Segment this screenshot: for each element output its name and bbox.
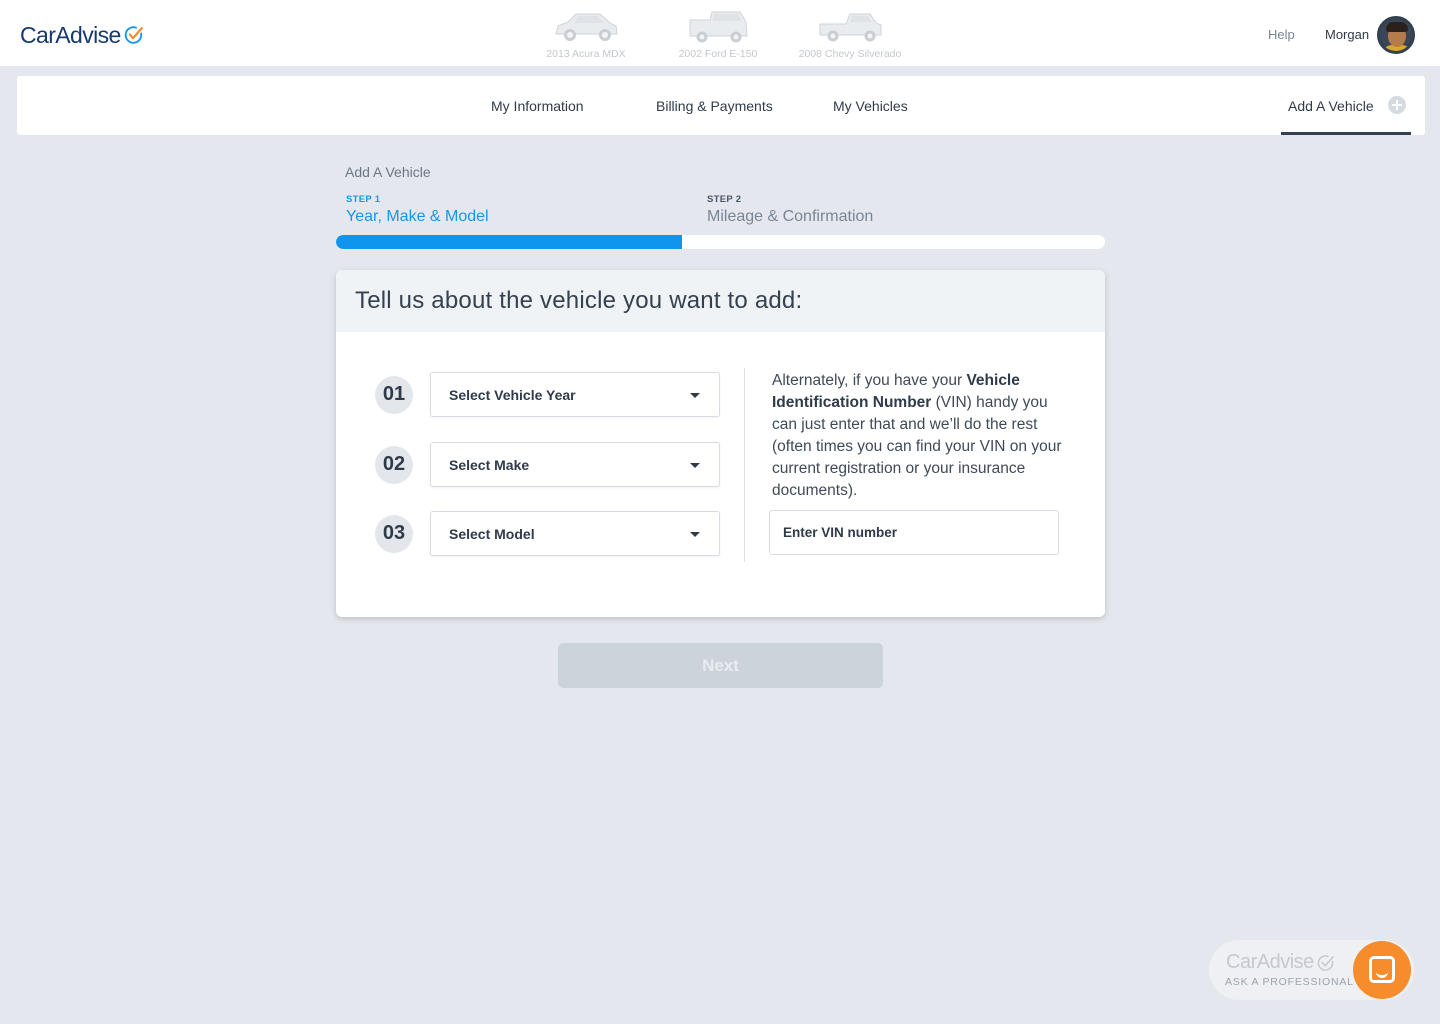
truck-icon bbox=[689, 11, 748, 43]
caret-down-icon bbox=[690, 532, 700, 537]
step-number-badge: 02 bbox=[375, 445, 413, 484]
vehicle-label: 2008 Chevy Silverado bbox=[798, 48, 902, 60]
nav-my-vehicles[interactable]: My Vehicles bbox=[833, 98, 908, 114]
select-label: Select Make bbox=[449, 456, 530, 473]
vehicle-year-select[interactable]: Select Vehicle Year bbox=[430, 372, 720, 417]
vehicle-form-card: Tell us about the vehicle you want to ad… bbox=[336, 270, 1105, 617]
chat-button[interactable] bbox=[1353, 941, 1411, 999]
progress-fill bbox=[336, 235, 683, 249]
suv-icon bbox=[555, 13, 618, 41]
vehicle-chevy-silverado[interactable]: 2008 Chevy Silverado bbox=[784, 6, 916, 60]
account-nav: My Information Billing & Payments My Veh… bbox=[17, 76, 1425, 135]
select-label: Select Model bbox=[449, 525, 535, 542]
top-header: CarAdvise 2013 Acura MDX 2002 Ford E-150 bbox=[0, 0, 1440, 66]
step-number-badge: 01 bbox=[375, 375, 413, 414]
vin-text-before: Alternately, if you have your bbox=[772, 372, 967, 389]
widget-brand-text: CarAdvise bbox=[1226, 951, 1314, 973]
chat-icon bbox=[1369, 956, 1395, 983]
avatar-hair bbox=[1386, 22, 1408, 32]
vehicle-acura-mdx[interactable]: 2013 Acura MDX bbox=[520, 6, 652, 60]
next-button[interactable]: Next bbox=[558, 643, 883, 688]
step-name: Year, Make & Model bbox=[346, 208, 489, 225]
check-circle-icon bbox=[124, 26, 143, 44]
year-row: 01 Select Vehicle Year bbox=[375, 372, 720, 417]
page-title: Add A Vehicle bbox=[345, 164, 431, 180]
select-label: Select Vehicle Year bbox=[449, 386, 576, 403]
widget-subtitle: ASK A PROFESSIONAL bbox=[1225, 976, 1354, 988]
nav-add-vehicle[interactable]: Add A Vehicle bbox=[1281, 76, 1411, 135]
vehicle-label: 2013 Acura MDX bbox=[546, 48, 626, 60]
progress-bar bbox=[336, 235, 1105, 249]
step-1: STEP 1 Year, Make & Model bbox=[346, 194, 489, 226]
widget-brand: CarAdvise bbox=[1226, 951, 1336, 974]
caradvise-logo[interactable]: CarAdvise bbox=[20, 22, 145, 48]
model-row: 03 Select Model bbox=[375, 511, 720, 556]
caret-down-icon bbox=[690, 463, 700, 468]
pickup-icon bbox=[819, 13, 882, 42]
nav-my-information[interactable]: My Information bbox=[491, 98, 584, 114]
vin-instructions: Alternately, if you have your Vehicle Id… bbox=[772, 370, 1062, 502]
column-divider bbox=[744, 368, 745, 562]
nav-add-vehicle-label: Add A Vehicle bbox=[1288, 98, 1374, 114]
step-number: STEP 1 bbox=[346, 194, 381, 205]
vehicle-model-select[interactable]: Select Model bbox=[430, 511, 720, 556]
vin-input[interactable] bbox=[769, 510, 1059, 555]
card-header: Tell us about the vehicle you want to ad… bbox=[336, 270, 1105, 332]
card-title: Tell us about the vehicle you want to ad… bbox=[355, 287, 803, 314]
step-name: Mileage & Confirmation bbox=[707, 208, 874, 225]
user-name[interactable]: Morgan bbox=[1325, 27, 1369, 42]
vehicle-ford-e150[interactable]: 2002 Ford E-150 bbox=[652, 6, 784, 60]
help-link[interactable]: Help bbox=[1268, 27, 1295, 42]
step-number-badge: 03 bbox=[375, 514, 413, 553]
step-2: STEP 2 Mileage & Confirmation bbox=[707, 194, 873, 226]
vehicle-switcher: 2013 Acura MDX 2002 Ford E-150 2008 Chev… bbox=[520, 6, 916, 60]
make-row: 02 Select Make bbox=[375, 442, 720, 487]
vehicle-label: 2002 Ford E-150 bbox=[678, 48, 758, 60]
plus-circle-icon bbox=[1388, 96, 1406, 114]
avatar[interactable] bbox=[1377, 16, 1415, 54]
step-number: STEP 2 bbox=[707, 194, 742, 205]
logo-text: CarAdvise bbox=[20, 21, 121, 48]
check-circle-icon bbox=[1317, 954, 1334, 971]
caret-down-icon bbox=[690, 393, 700, 398]
nav-billing-payments[interactable]: Billing & Payments bbox=[656, 98, 773, 114]
vehicle-make-select[interactable]: Select Make bbox=[430, 442, 720, 487]
